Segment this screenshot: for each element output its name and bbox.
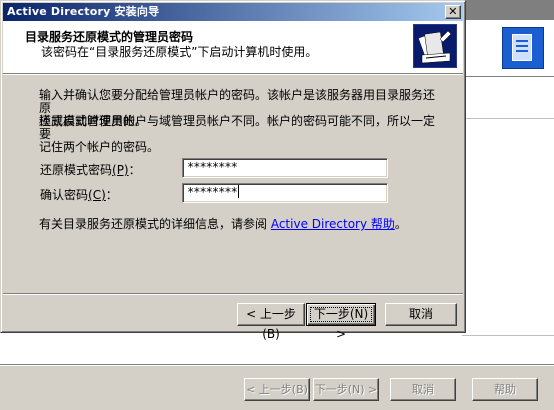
note-line: 记住两个帐户的密码。 [39, 140, 160, 154]
wizard-key-icon [413, 24, 457, 68]
close-icon: ✕ [448, 5, 458, 18]
dialog-titlebar[interactable]: Active Directory 安装向导 ✕ [3, 3, 463, 21]
background-back-button: < 上一步(B) [244, 378, 310, 401]
focus-rectangle [310, 307, 372, 322]
background-help-button: 帮助 [472, 378, 538, 401]
text-caret [237, 185, 239, 198]
page-subtitle: 该密码在“目录服务还原模式”下启动计算机时使用。 [41, 45, 318, 59]
background-titlebar [462, 0, 554, 20]
restore-password-input[interactable]: ******** [182, 158, 388, 178]
help-info-suffix: 。 [394, 217, 407, 231]
note-line: 还原模式管理员帐户与域管理员帐户不同。帐户的密码可能不同，所以一定要 [39, 114, 436, 141]
background-next-button: 下一步(N) > [313, 378, 379, 401]
confirm-password-label: 确认密码(C)： [40, 186, 118, 203]
background-wizard-icon [502, 27, 544, 69]
close-button[interactable]: ✕ [445, 5, 461, 19]
background-cancel-button: 取消 [390, 378, 456, 401]
cancel-button[interactable]: 取消 [385, 303, 457, 326]
background-divider [462, 335, 554, 336]
note-paragraph: 还原模式管理员帐户与域管理员帐户不同。帐户的密码可能不同，所以一定要 记住两个帐… [39, 115, 439, 154]
restore-password-value: ******** [187, 160, 238, 174]
background-divider [462, 118, 554, 119]
dialog-title: Active Directory 安装向导 [7, 5, 160, 18]
background-footer: < 上一步(B) 下一步(N) > 取消 帮助 [0, 364, 554, 410]
confirm-password-input[interactable]: ******** [182, 183, 388, 203]
restore-password-mnemonic: (P) [112, 163, 129, 177]
button-separator [3, 293, 463, 295]
confirm-password-mnemonic: (C) [88, 188, 106, 202]
instruction-line: 输入并确认您要分配给管理员帐户的密码。该帐户是该服务器用目录服务还原 [39, 88, 436, 115]
wizard-dialog: Active Directory 安装向导 ✕ 目录服务还原模式的管理员密码 该… [0, 0, 466, 341]
wizard-header: 目录服务还原模式的管理员密码 该密码在“目录服务还原模式”下启动计算机时使用。 [3, 21, 463, 73]
header-separator [3, 73, 463, 75]
help-link[interactable]: Active Directory 帮助 [271, 217, 395, 231]
back-button[interactable]: < 上一步(B) [237, 303, 305, 341]
confirm-password-value: ******** [187, 185, 238, 199]
help-info-prefix: 有关目录服务还原模式的详细信息，请参阅 [39, 217, 271, 231]
background-header-separator [462, 76, 554, 78]
next-button[interactable]: 下一步(N) > [306, 303, 376, 341]
restore-password-label: 还原模式密码(P)： [40, 161, 141, 178]
confirm-password-label-text: 确认密码 [40, 188, 89, 202]
help-info-line: 有关目录服务还原模式的详细信息，请参阅 Active Directory 帮助。 [39, 215, 407, 232]
restore-password-colon: ： [128, 163, 141, 177]
restore-password-label-text: 还原模式密码 [40, 163, 113, 177]
confirm-password-colon: ： [105, 188, 118, 202]
